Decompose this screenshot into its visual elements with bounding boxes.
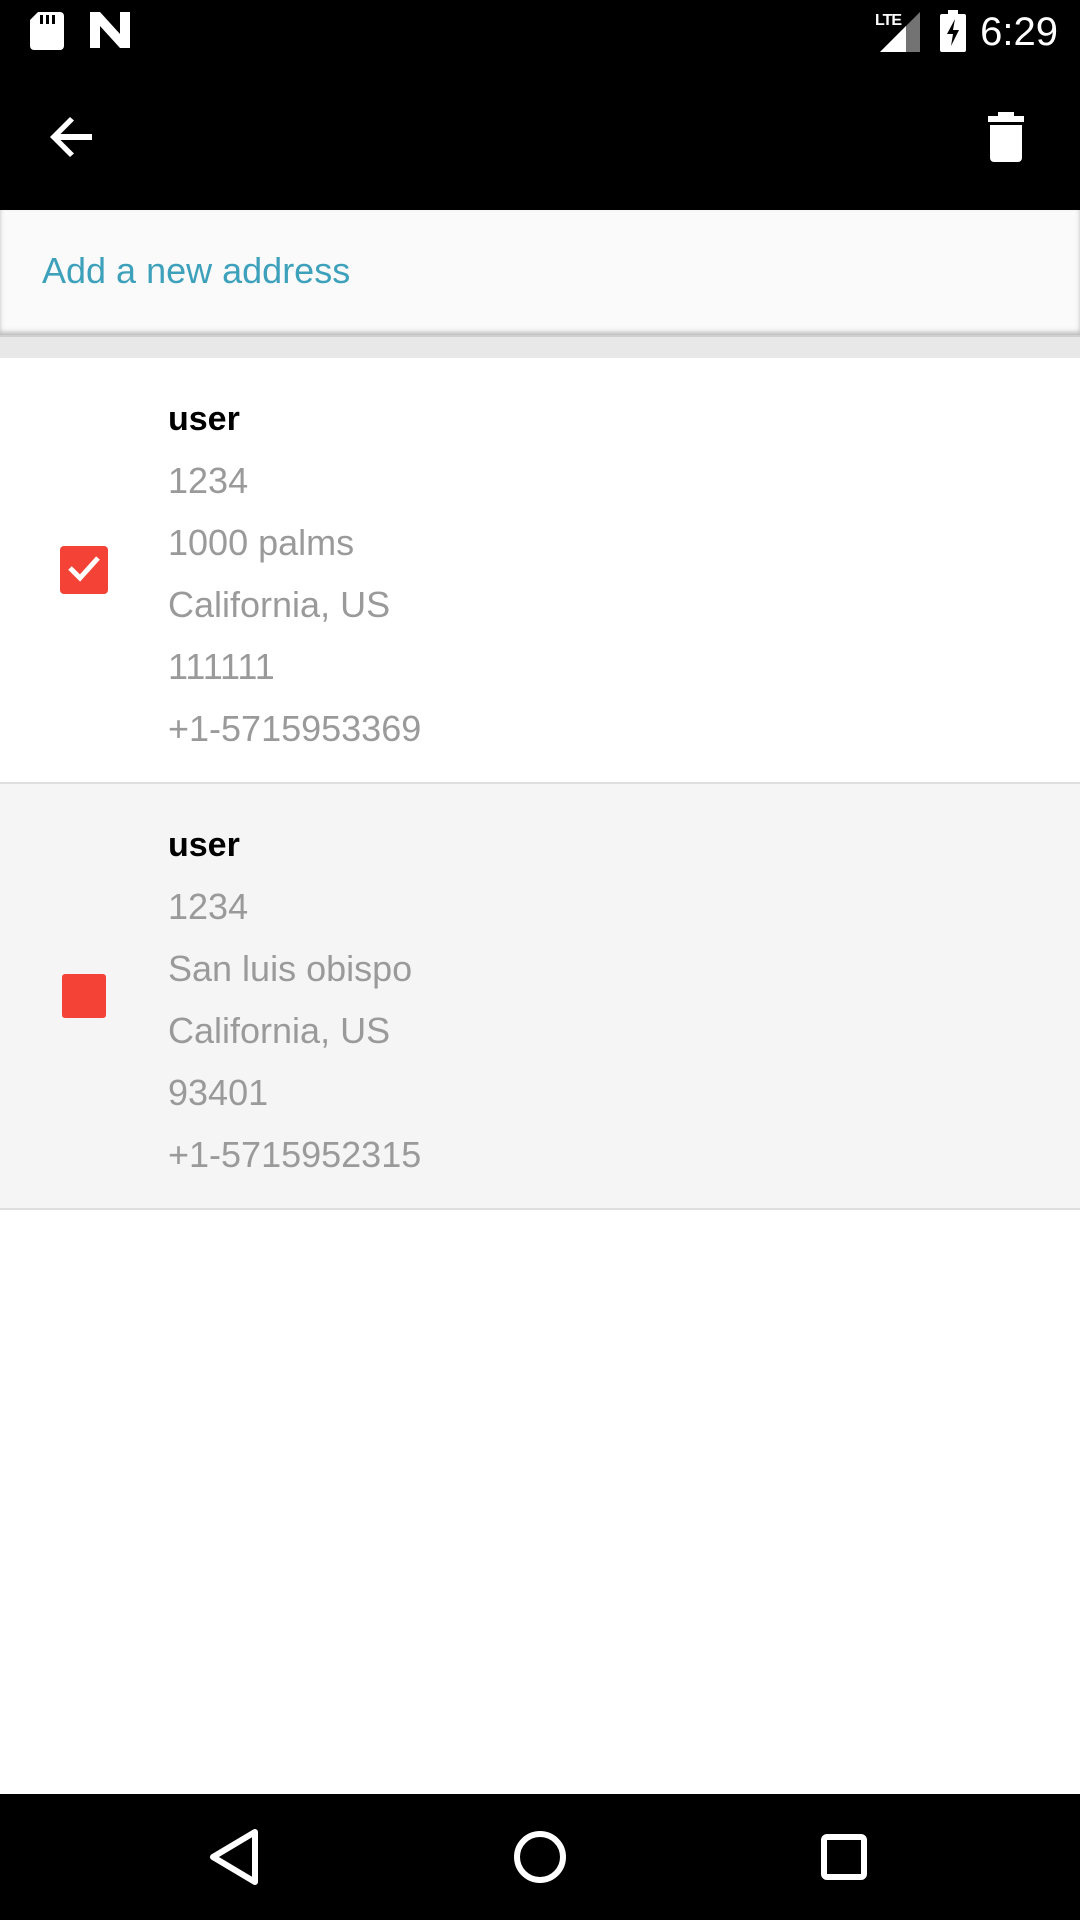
address-checkbox-unchecked[interactable] (62, 974, 106, 1018)
nav-recents-icon[interactable] (818, 1824, 870, 1895)
system-nav-bar (0, 1794, 1080, 1920)
address-phone: +1-5715952315 (168, 1134, 422, 1175)
section-divider (0, 337, 1080, 358)
delete-button[interactable] (968, 101, 1044, 177)
address-line-2: 1000 palms (168, 522, 355, 563)
sd-card-icon (30, 12, 64, 55)
check-icon (66, 550, 102, 591)
battery-charging-icon (940, 10, 966, 57)
address-list-item[interactable]: user 1234 1000 palms California, US 1111… (0, 358, 1080, 784)
add-address-row[interactable]: Add a new address (0, 210, 1080, 337)
nav-back-icon[interactable] (205, 1824, 265, 1895)
signal-icon (880, 12, 920, 57)
n-icon (90, 12, 130, 53)
address-phone: +1-5715953369 (168, 708, 422, 749)
status-time: 6:29 (980, 10, 1058, 54)
address-region: California, US (168, 1010, 391, 1051)
address-line-1: 1234 (168, 460, 249, 501)
arrow-back-icon (48, 113, 96, 166)
address-postal-code: 111111 (168, 646, 275, 687)
add-address-label: Add a new address (42, 250, 351, 291)
address-name: user (168, 400, 240, 438)
back-button[interactable] (34, 101, 110, 177)
address-list-item[interactable]: user 1234 San luis obispo California, US… (0, 784, 1080, 1210)
address-postal-code: 93401 (168, 1072, 269, 1113)
address-line-1: 1234 (168, 886, 249, 927)
address-region: California, US (168, 584, 391, 625)
nav-home-icon[interactable] (512, 1824, 568, 1895)
address-name: user (168, 826, 240, 864)
trash-icon (986, 111, 1026, 167)
address-checkbox-checked[interactable] (60, 546, 108, 594)
app-toolbar (0, 63, 1080, 210)
status-bar: LTE 6:29 (0, 0, 1080, 63)
address-line-2: San luis obispo (168, 948, 413, 989)
